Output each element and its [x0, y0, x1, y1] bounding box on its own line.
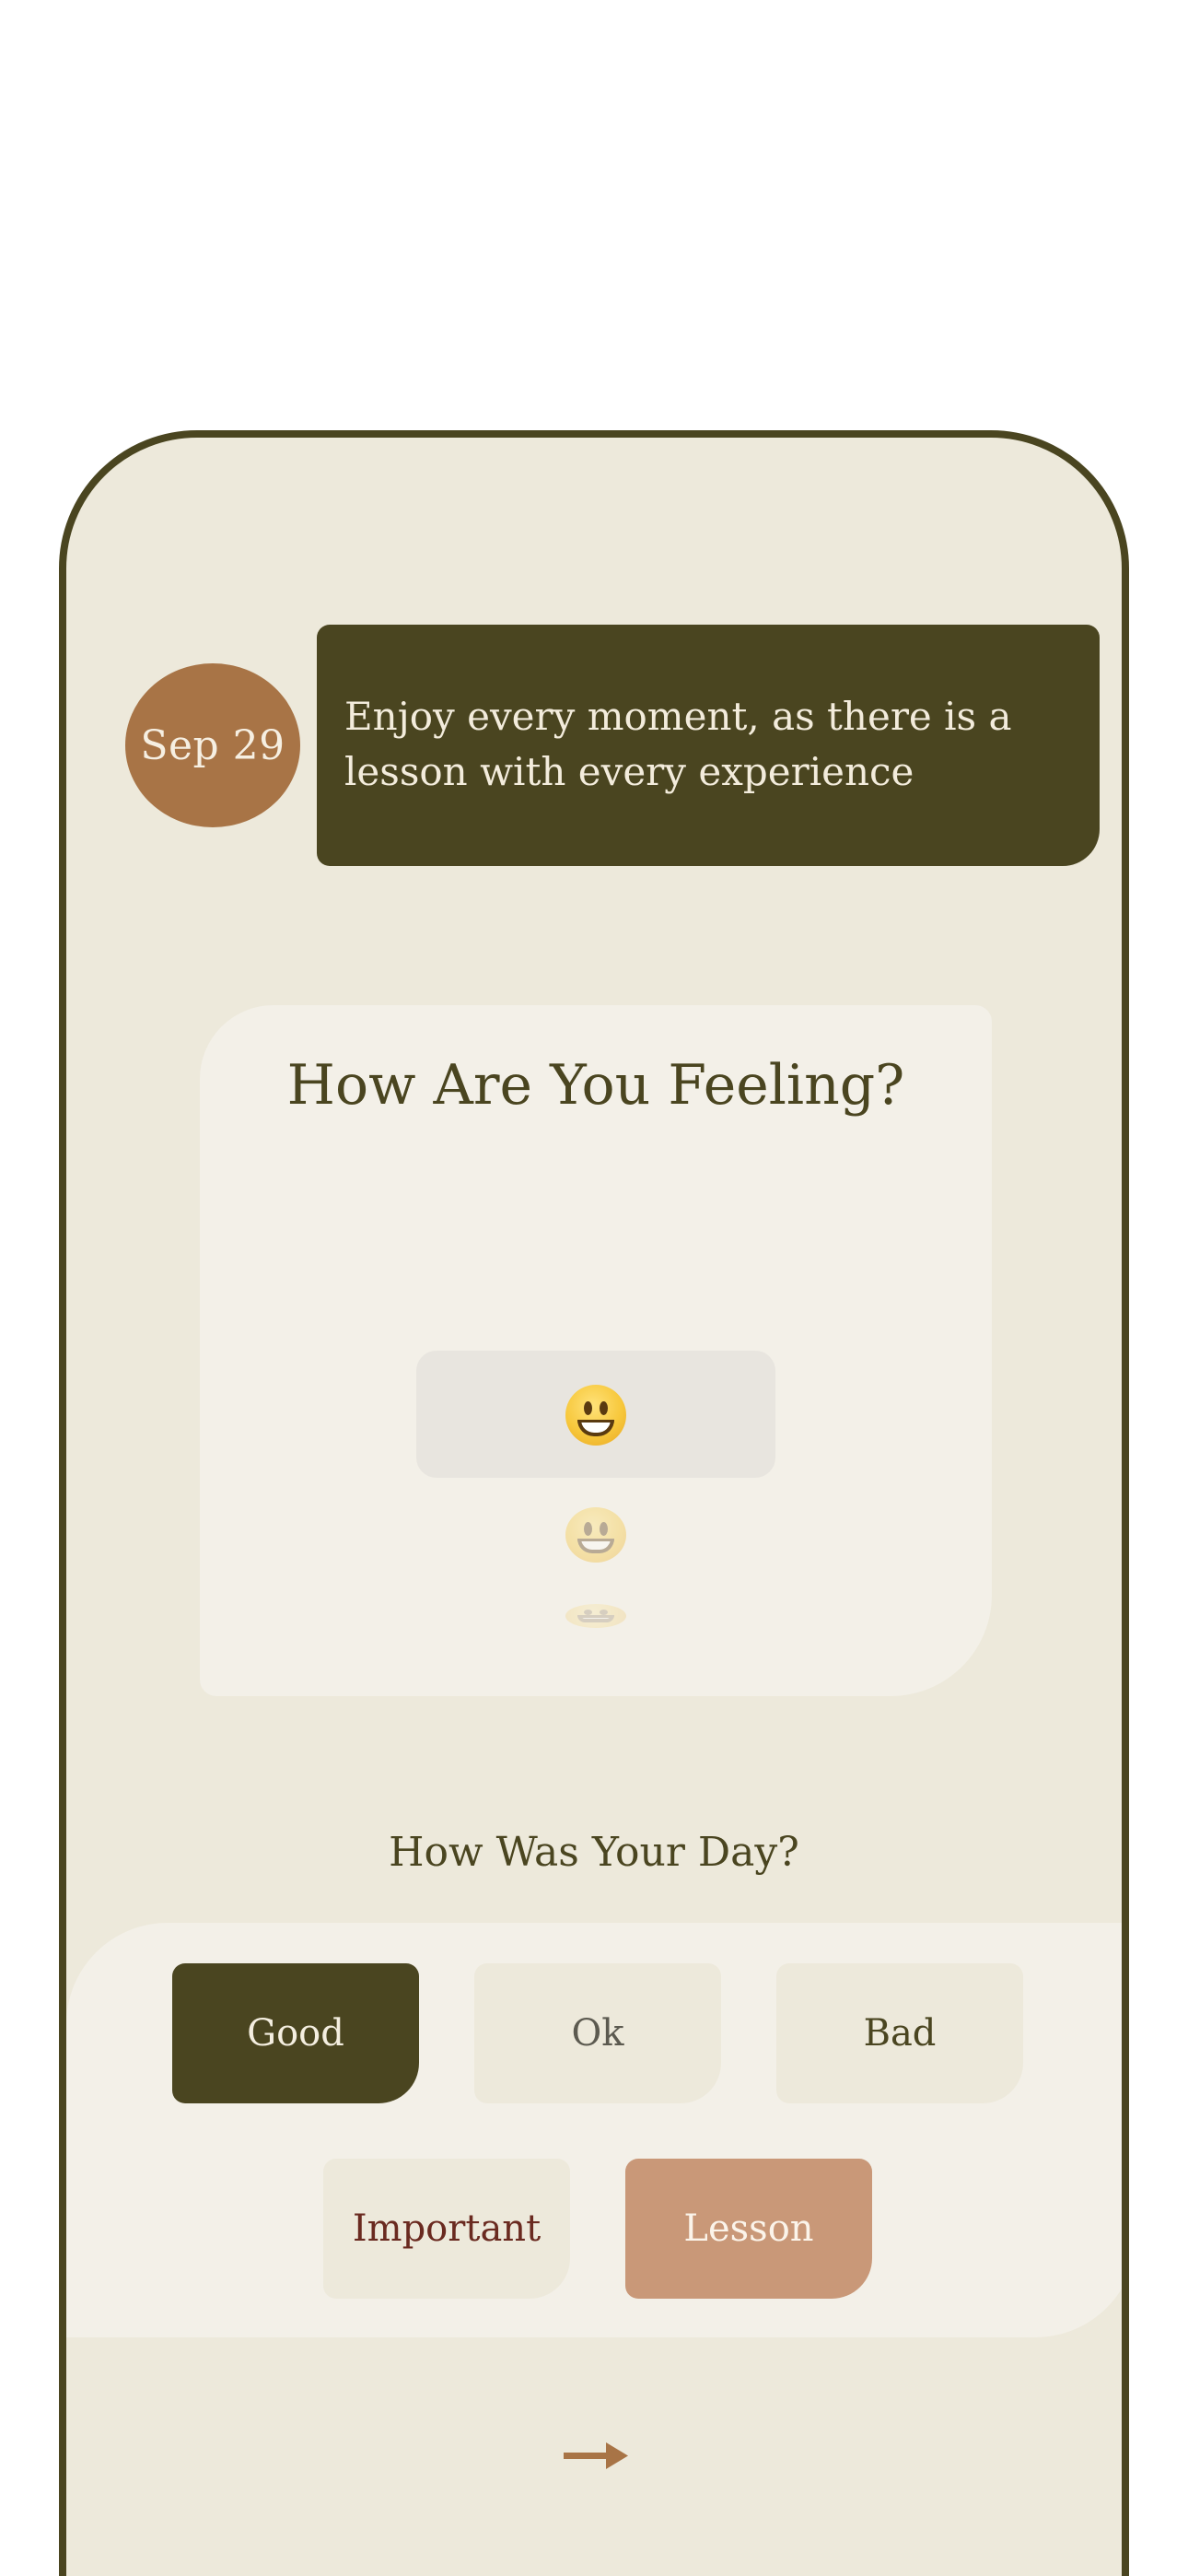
grinning-face-icon[interactable] [565, 1385, 626, 1446]
daily-quote-text: Enjoy every moment, as there is a lesson… [344, 694, 1012, 794]
day-options-panel: Good Ok Bad Important Lesson [66, 1923, 1122, 2337]
feeling-title: How Are You Feeling? [286, 1053, 905, 1118]
day-option-bad[interactable]: Bad [776, 1963, 1023, 2103]
grinning-face-icon[interactable] [565, 1604, 626, 1628]
phone-frame: Sep 29 Enjoy every moment, as there is a… [59, 430, 1129, 2576]
day-option-label: Important [352, 2207, 542, 2250]
day-option-important[interactable]: Important [323, 2159, 570, 2299]
date-label: Sep 29 [140, 721, 285, 769]
feeling-card: How Are You Feeling? [200, 1005, 992, 1696]
arrow-right-icon[interactable] [564, 2437, 628, 2474]
day-option-ok[interactable]: Ok [474, 1963, 721, 2103]
day-option-label: Bad [863, 2012, 937, 2055]
grinning-face-icon[interactable] [565, 1507, 626, 1563]
day-option-lesson[interactable]: Lesson [625, 2159, 872, 2299]
day-option-label: Lesson [683, 2207, 814, 2250]
day-option-label: Ok [571, 2012, 624, 2055]
day-option-good[interactable]: Good [172, 1963, 419, 2103]
day-option-label: Good [247, 2012, 344, 2055]
date-badge: Sep 29 [125, 663, 300, 827]
day-title: How Was Your Day? [389, 1829, 799, 1876]
daily-quote-bubble: Enjoy every moment, as there is a lesson… [317, 625, 1100, 866]
